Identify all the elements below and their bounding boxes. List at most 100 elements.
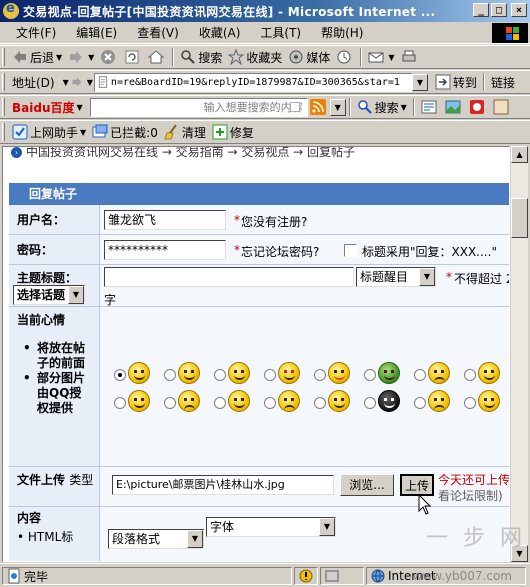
upload-quota-note: 看论坛限制) (438, 489, 503, 503)
maximize-button[interactable]: □ (491, 3, 507, 17)
search-button[interactable]: 搜索 (177, 47, 225, 67)
assistant-button[interactable]: 上网助手 ▼ (9, 122, 89, 142)
repair-label: 修复 (229, 125, 254, 140)
address-history-button[interactable]: ▼ (60, 72, 70, 92)
rss-icon (309, 99, 326, 115)
close-button[interactable]: × (511, 3, 527, 17)
upload-quota: 今天还可上传 (438, 473, 510, 487)
menu-view[interactable]: 查看(V) (127, 23, 189, 43)
mail-button[interactable]: ▼ (365, 47, 397, 67)
love-eyes-icon (278, 362, 300, 384)
reply-title-checkbox[interactable] (344, 244, 357, 257)
media-label: 媒体 (306, 50, 331, 65)
baidu-search-input[interactable]: 输入想要搜索的内容 (89, 97, 308, 117)
more-button[interactable] (490, 97, 514, 117)
smile-icon (128, 362, 150, 384)
address-input[interactable]: n=re&BoardID=19&replyID=1879987&ID=30036… (93, 72, 412, 92)
topic-select[interactable]: 选择话题 ▼ (13, 285, 85, 305)
news-icon (421, 100, 437, 114)
worried-icon (428, 362, 450, 384)
mood-radio-6[interactable] (364, 369, 376, 381)
mood-radio-9[interactable] (114, 397, 126, 409)
links-button[interactable]: 链接 (488, 72, 518, 92)
mood-radio-1[interactable] (114, 369, 126, 381)
mood-radio-4[interactable] (264, 369, 276, 381)
print-button[interactable] (398, 47, 422, 67)
repair-icon (212, 124, 228, 140)
register-link[interactable]: 您没有注册? (241, 213, 307, 230)
mood-radio-3[interactable] (214, 369, 226, 381)
form-title: 回复帖子 (9, 183, 509, 205)
paragraph-select[interactable]: 段落格式 ▼ (108, 529, 204, 549)
frown-icon (428, 390, 450, 412)
address-dropdown-button[interactable]: ▼ (411, 73, 428, 91)
mood-radio-10[interactable] (164, 397, 176, 409)
mood-radio-15[interactable] (414, 397, 426, 409)
mood-radio-11[interactable] (214, 397, 226, 409)
mood-radio-7[interactable] (414, 369, 426, 381)
hammer-icon (478, 390, 500, 412)
favorites-button[interactable]: 收藏夹 (225, 47, 285, 67)
rss-button[interactable] (308, 97, 330, 117)
search-label: 搜索 (198, 50, 223, 65)
back-button[interactable]: 后退 ▼ (9, 47, 65, 67)
baidu-search-button[interactable]: 搜索 ▼ (354, 97, 410, 117)
menu-tools[interactable]: 工具(T) (250, 23, 311, 43)
font-select[interactable]: 字体 ▼ (206, 517, 336, 537)
baidu-dropdown-button[interactable]: ▼ (329, 98, 346, 116)
minimize-button[interactable]: _ (473, 3, 489, 17)
password-input[interactable]: ********** (104, 240, 226, 260)
subject-input[interactable] (104, 267, 354, 287)
scroll-up-button[interactable]: ▲ (511, 146, 528, 163)
repair-button[interactable]: 修复 (209, 122, 257, 142)
menu-help[interactable]: 帮助(H) (311, 23, 373, 43)
mood-radio-16[interactable] (464, 397, 476, 409)
history-button[interactable] (333, 47, 357, 67)
menu-favorites[interactable]: 收藏(A) (189, 23, 251, 43)
news-button[interactable] (418, 97, 442, 117)
refresh-button[interactable] (121, 47, 145, 67)
mood-radio-14[interactable] (364, 397, 376, 409)
mood-radio-2[interactable] (164, 369, 176, 381)
mood-radio-5[interactable] (314, 369, 326, 381)
media-button[interactable]: 媒体 (285, 47, 333, 67)
browse-button[interactable]: 浏览... (340, 474, 394, 496)
frog-icon (378, 362, 400, 384)
checkmark-shield-icon (12, 124, 28, 140)
blocked-count: 已拦截:0 (110, 125, 158, 140)
image-button[interactable] (442, 97, 466, 117)
forward-button[interactable]: ▼ (65, 47, 97, 67)
baidu-logo[interactable]: Baidu百度 ▼ (9, 97, 86, 117)
baidu-search-label: 搜索 (374, 100, 399, 115)
popup-blocker-button[interactable]: 已拦截:0 (89, 122, 161, 142)
menu-edit[interactable]: 编辑(E) (66, 23, 127, 43)
upload-file-path[interactable]: E:\picture\邮票图片\桂林山水.jpg (112, 475, 334, 495)
mood-radio-8[interactable] (464, 369, 476, 381)
breadcrumb-text[interactable]: 中国投资资讯网交易在线 → 交易指南 → 交易视点 → 回复帖子 (26, 147, 355, 159)
username-input[interactable]: 雏龙欲飞 (104, 210, 226, 230)
password-label: 密码： (9, 235, 99, 264)
scroll-thumb[interactable] (511, 198, 528, 238)
clean-button[interactable]: 清理 (161, 122, 209, 142)
status-pane-addon (320, 567, 364, 585)
forgot-password-link[interactable]: 忘记论坛密码? (241, 243, 319, 260)
baidu-logo-text: Baidu百度 (12, 100, 75, 115)
vertical-scrollbar[interactable]: ▲ ▼ (510, 146, 528, 562)
menu-file[interactable]: 文件(F) (6, 23, 66, 43)
upload-label: 文件上传 (17, 473, 66, 487)
warning-icon (299, 569, 313, 583)
stop-button[interactable] (97, 47, 121, 67)
tongue-icon (328, 362, 350, 384)
mood-radio-13[interactable] (314, 397, 326, 409)
print-icon (402, 50, 416, 62)
upload-button[interactable]: 上传 (400, 474, 434, 496)
highlight-select[interactable]: 标题醒目 ▼ (356, 267, 436, 287)
image-icon (445, 100, 461, 114)
mp3-button[interactable] (466, 97, 490, 117)
forward-nav-button[interactable]: ▼ (70, 72, 94, 92)
title-bar: 交易视点-回复帖子[中国投资资讯网交易在线] - Microsoft Inter… (0, 0, 530, 22)
home-button[interactable] (145, 47, 169, 67)
content-label-cell: 内容 • HTML标 (9, 507, 99, 561)
go-button[interactable]: 转到 (432, 72, 480, 92)
mood-radio-12[interactable] (264, 397, 276, 409)
